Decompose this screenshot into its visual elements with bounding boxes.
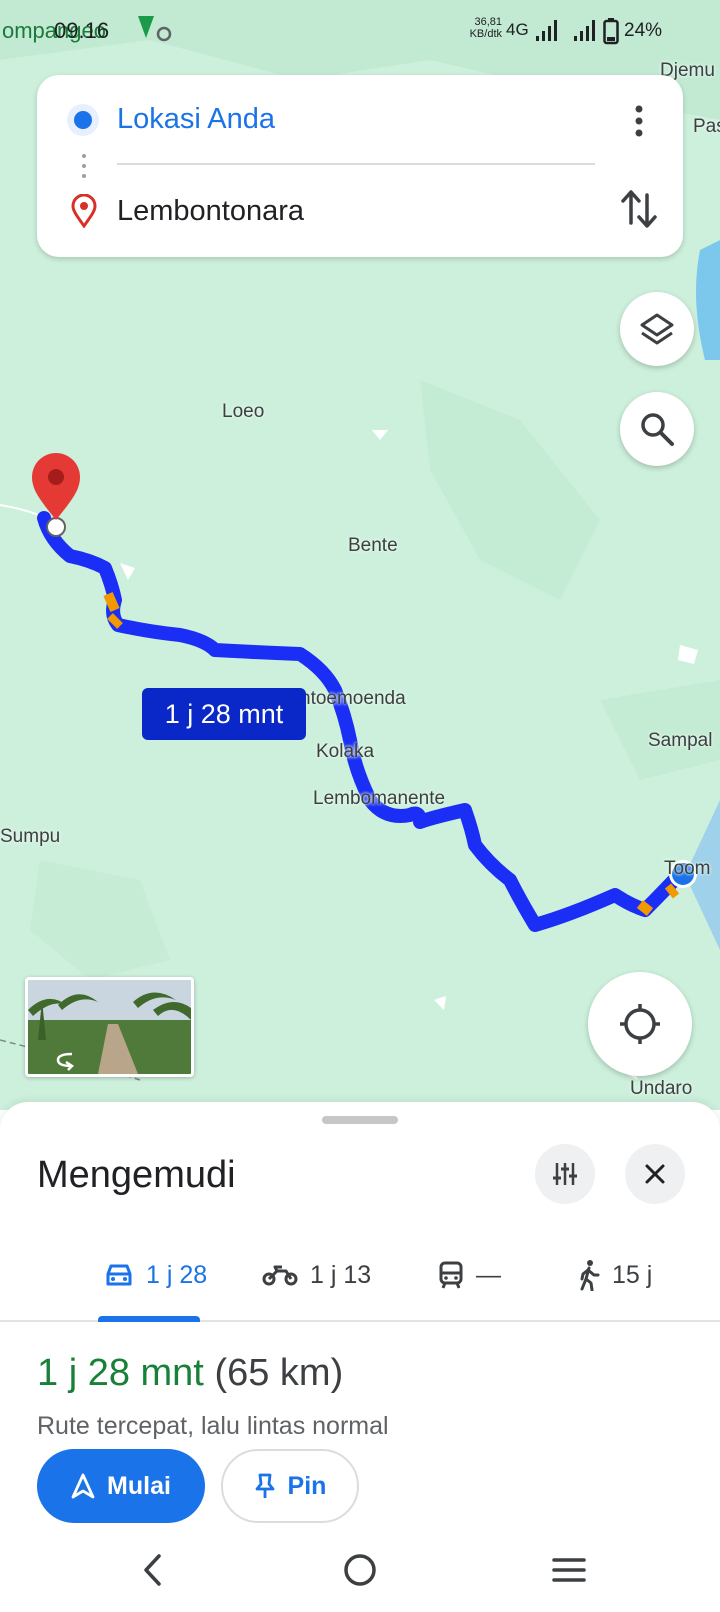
back-button[interactable] xyxy=(128,1545,178,1595)
network-type: 4G xyxy=(506,20,529,39)
tab-walking-label: 15 j xyxy=(612,1260,653,1289)
route-description: Rute tercepat, lalu lintas normal xyxy=(37,1412,389,1440)
tab-transit-label: — xyxy=(476,1260,501,1289)
system-nav-bar xyxy=(0,1535,720,1612)
travel-mode-tabs: 1 j 28 1 j 13 — 15 j xyxy=(0,1242,720,1322)
clock: 09.16 xyxy=(54,18,110,43)
place-label: Sampal xyxy=(648,730,713,751)
home-button[interactable] xyxy=(335,1545,385,1595)
traffic-segment xyxy=(103,591,120,613)
traffic-segment xyxy=(636,900,654,916)
start-navigation-button[interactable]: Mulai xyxy=(37,1449,205,1523)
sheet-title: Mengemudi xyxy=(37,1154,236,1196)
place-label: Lembomanente xyxy=(313,788,446,809)
route-summary: 1 j 28 mnt (65 km) xyxy=(37,1352,343,1395)
route-distance: (65 km) xyxy=(214,1352,344,1394)
more-vert-icon[interactable] xyxy=(627,103,651,139)
signal-icon xyxy=(536,20,595,41)
place-label: Pas xyxy=(693,116,720,137)
place-label: Undaro xyxy=(630,1078,693,1099)
transit-icon xyxy=(439,1261,463,1289)
tab-motorcycle-label: 1 j 13 xyxy=(310,1260,372,1289)
route-duration-label[interactable]: 1 j 28 mnt xyxy=(142,688,306,740)
status-bar: ompangeo 09.16 36,81 KB/dtk 4G 24% xyxy=(0,0,720,60)
start-label: Mulai xyxy=(107,1471,171,1500)
home-circle-icon xyxy=(344,1554,376,1586)
data-speed: 36,81 KB/dtk xyxy=(469,16,502,40)
route-options-button[interactable] xyxy=(535,1144,595,1204)
swap-vertical-icon[interactable] xyxy=(619,187,659,231)
tab-motorcycle[interactable]: 1 j 13 xyxy=(262,1250,371,1300)
menu-lines-icon xyxy=(552,1558,586,1582)
layers-icon xyxy=(640,313,674,345)
close-button[interactable] xyxy=(625,1144,685,1204)
tab-walking[interactable]: 15 j xyxy=(578,1250,652,1300)
motorcycle-icon xyxy=(262,1265,298,1286)
layers-button[interactable] xyxy=(620,292,694,366)
route-duration: 1 j 28 mnt xyxy=(37,1352,204,1394)
active-tab-indicator xyxy=(98,1316,200,1322)
street-view-thumbnail[interactable] xyxy=(25,977,194,1077)
place-label: Bente xyxy=(348,535,398,556)
pin-icon xyxy=(255,1473,274,1498)
walk-icon xyxy=(580,1260,600,1291)
battery-icon xyxy=(603,18,619,45)
pin-label: Pin xyxy=(287,1471,327,1500)
close-icon xyxy=(645,1164,665,1184)
directions-card: Lokasi Anda Lembontonara xyxy=(37,75,683,257)
battery-level: 24% xyxy=(624,20,663,41)
tab-driving-label: 1 j 28 xyxy=(146,1260,208,1289)
place-label: Kolaka xyxy=(316,741,375,762)
place-label: Sumpu xyxy=(0,826,61,847)
search-icon xyxy=(641,413,674,446)
field-divider xyxy=(117,163,595,165)
drag-handle[interactable] xyxy=(322,1116,398,1124)
tab-transit[interactable]: — xyxy=(438,1250,501,1300)
destination-marker-icon xyxy=(71,194,97,228)
route-dots-icon xyxy=(82,154,86,178)
my-location-button[interactable] xyxy=(588,972,692,1076)
back-icon xyxy=(144,1554,161,1586)
pin-button[interactable]: Pin xyxy=(221,1449,359,1523)
street-view-image xyxy=(28,980,191,1074)
recents-button[interactable] xyxy=(544,1545,594,1595)
place-label: ntoemoenda xyxy=(300,688,406,709)
origin-dot-icon xyxy=(67,104,99,136)
origin-field[interactable]: Lokasi Anda xyxy=(117,103,275,136)
car-icon xyxy=(106,1264,132,1286)
navigation-arrow-icon xyxy=(71,1473,95,1499)
tab-driving[interactable]: 1 j 28 xyxy=(104,1250,207,1300)
crosshair-icon xyxy=(620,1004,660,1044)
notification-icons xyxy=(138,16,172,42)
place-label: Loeo xyxy=(222,401,265,422)
search-along-route-button[interactable] xyxy=(620,392,694,466)
destination-field[interactable]: Lembontonara xyxy=(117,195,304,228)
tune-icon xyxy=(553,1163,577,1185)
place-label: Toom xyxy=(664,858,711,879)
